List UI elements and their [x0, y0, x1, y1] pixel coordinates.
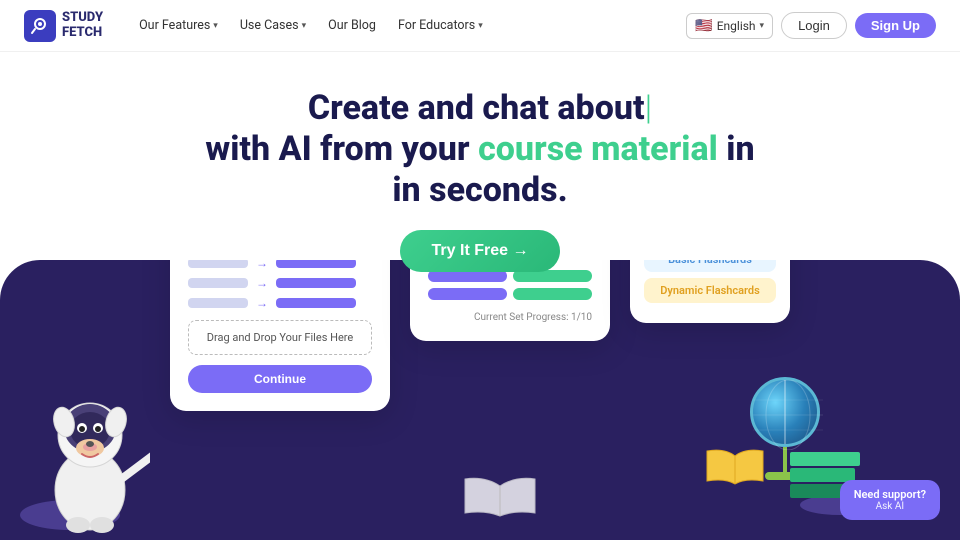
- bar-right: [276, 298, 356, 308]
- logo-icon: [24, 10, 56, 42]
- support-label: Need support?: [854, 488, 926, 501]
- logo[interactable]: STUDY FETCH: [24, 10, 103, 42]
- lang-label: English: [717, 19, 756, 33]
- bar-left: [188, 298, 248, 308]
- open-book-decoration: [705, 446, 765, 490]
- signup-button[interactable]: Sign Up: [855, 13, 936, 38]
- content-row: →: [188, 296, 372, 310]
- globe: [750, 377, 820, 447]
- nav-use-cases[interactable]: Use Cases ▾: [232, 14, 314, 37]
- nav-blog[interactable]: Our Blog: [320, 14, 384, 37]
- logo-text: STUDY FETCH: [62, 11, 103, 40]
- nav-for-educators[interactable]: For Educators ▾: [390, 14, 491, 37]
- chevron-down-icon: ▾: [302, 21, 307, 31]
- bottom-section: Create a study set → →: [0, 260, 960, 540]
- chevron-down-icon: ▾: [478, 21, 483, 31]
- nav-links: Our Features ▾ Use Cases ▾ Our Blog For …: [131, 14, 686, 37]
- hero-title: Create and chat about| with AI from your…: [20, 88, 940, 210]
- drop-zone-label: Drag and Drop Your Files Here: [207, 331, 354, 344]
- nav-our-features[interactable]: Our Features ▾: [131, 14, 226, 37]
- mascot-illustration: [30, 360, 150, 520]
- chevron-down-icon: ▾: [213, 21, 218, 31]
- arrow-icon: →: [256, 296, 268, 310]
- login-button[interactable]: Login: [781, 12, 847, 39]
- highlight-text: course material: [478, 129, 718, 169]
- language-selector[interactable]: 🇺🇸 English ▾: [686, 13, 773, 39]
- nav-right: 🇺🇸 English ▾ Login Sign Up: [686, 12, 936, 39]
- drop-zone[interactable]: Drag and Drop Your Files Here: [188, 320, 372, 355]
- try-free-button[interactable]: Try It Free →: [400, 230, 561, 272]
- flag-icon: 🇺🇸: [695, 18, 712, 34]
- cursor: |: [645, 88, 653, 128]
- hero-section: Create and chat about| with AI from your…: [0, 52, 960, 292]
- quiz-progress: Current Set Progress: 1/10: [428, 312, 592, 323]
- globe-stand: [783, 447, 787, 472]
- book: [790, 452, 860, 466]
- open-book-center: [460, 471, 540, 525]
- continue-button[interactable]: Continue: [188, 365, 372, 393]
- chevron-down-icon: ▾: [760, 21, 765, 31]
- navbar: STUDY FETCH Our Features ▾ Use Cases ▾ O…: [0, 0, 960, 52]
- support-button[interactable]: Need support? Ask AI: [840, 480, 940, 520]
- support-sublabel: Ask AI: [854, 501, 926, 512]
- book: [790, 468, 855, 482]
